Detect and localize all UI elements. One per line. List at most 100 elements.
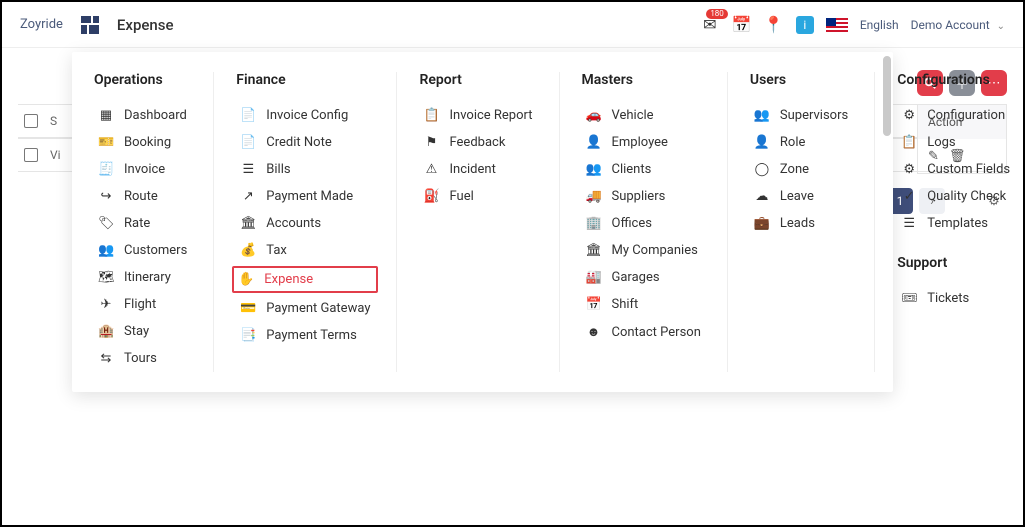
- employee-icon: 👤: [586, 135, 602, 150]
- select-all-checkbox[interactable]: [24, 114, 38, 128]
- dashboard-icon: ▦: [98, 108, 114, 123]
- info-icon[interactable]: i: [796, 16, 814, 34]
- menu-item-label: Flight: [124, 297, 156, 312]
- clients-icon: 👥: [586, 162, 602, 177]
- menu-item-tickets[interactable]: 🎟Tickets: [897, 285, 1014, 312]
- menu-title-configurations: Configurations: [897, 72, 1014, 88]
- menu-item-payment-gateway[interactable]: 💳Payment Gateway: [236, 295, 374, 322]
- page-title: Expense: [117, 16, 174, 34]
- menu-item-quality-check[interactable]: ✓ Quality Check: [897, 183, 1014, 210]
- menu-item-custom-fields[interactable]: ⚙Custom Fields: [897, 156, 1014, 183]
- menu-item-employee[interactable]: 👤Employee: [582, 129, 705, 156]
- menu-scrollbar[interactable]: [883, 56, 891, 136]
- menu-item-route[interactable]: ↪ Route: [94, 183, 191, 210]
- menu-item-offices[interactable]: 🏢Offices: [582, 210, 705, 237]
- configuration-icon: ⚙: [901, 108, 917, 123]
- menu-item-invoice-config[interactable]: 📄 Invoice Config: [236, 102, 374, 129]
- row-checkbox[interactable]: [24, 148, 38, 162]
- menu-item-garages[interactable]: 🏭Garages: [582, 264, 705, 291]
- menu-item-invoice-report[interactable]: 📋Invoice Report: [419, 102, 536, 129]
- calendar-icon[interactable]: 📅: [732, 15, 752, 35]
- menu-item-zone[interactable]: ◯Zone: [750, 156, 852, 183]
- menu-item-payment-terms[interactable]: 📑Payment Terms: [236, 322, 374, 349]
- menu-item-leave[interactable]: ☁Leave: [750, 183, 852, 210]
- top-right-actions: ✉ 180 📅 📍 i English Demo Account ⌄: [700, 15, 1005, 35]
- menu-item-label: Itinerary: [124, 270, 171, 285]
- brand-link[interactable]: Zoyride: [20, 17, 63, 32]
- contact-person-icon: ☻: [586, 324, 602, 340]
- menu-item-supervisors[interactable]: 👥Supervisors: [750, 102, 852, 129]
- tax-icon: 💰: [240, 243, 256, 258]
- menu-item-contact-person[interactable]: ☻Contact Person: [582, 318, 705, 346]
- menu-item-stay[interactable]: 🏨Stay: [94, 318, 191, 345]
- menu-item-rate[interactable]: 🏷Rate: [94, 210, 191, 237]
- apps-grid-icon[interactable]: [81, 16, 99, 34]
- menu-item-fuel[interactable]: ⛽Fuel: [419, 183, 536, 210]
- menu-item-label: Configuration: [927, 108, 1005, 123]
- menu-item-customers[interactable]: 👥 Customers: [94, 237, 191, 264]
- offices-icon: 🏢: [586, 216, 602, 231]
- menu-item-feedback[interactable]: ⚑Feedback: [419, 129, 536, 156]
- menu-item-label: Garages: [612, 270, 660, 285]
- menu-item-shift[interactable]: 📅Shift: [582, 291, 705, 318]
- menu-item-dashboard[interactable]: ▦Dashboard: [94, 102, 191, 129]
- tickets-icon: 🎟: [901, 291, 917, 306]
- menu-col-operations: Operations ▦Dashboard🎫Booking🧾Invoice↪Ro…: [72, 72, 214, 372]
- menu-item-label: Expense: [264, 272, 313, 287]
- menu-item-suppliers[interactable]: 🚚Suppliers: [582, 183, 705, 210]
- inbox-badge: 180: [706, 9, 728, 19]
- menu-item-flight[interactable]: ✈Flight: [94, 291, 191, 318]
- menu-item-my-companies[interactable]: 🏛 My Companies: [582, 237, 705, 264]
- menu-col-config: Configurations ⚙ Configuration 📋Logs⚙Custo…: [875, 72, 1025, 372]
- menu-item-booking[interactable]: 🎫Booking: [94, 129, 191, 156]
- my-companies-icon: 🏛: [586, 243, 602, 258]
- itinerary-icon: 🗺: [98, 270, 114, 285]
- menu-col-finance: Finance 📄Invoice Config📄Credit Note☰Bill…: [214, 72, 397, 372]
- menu-item-label: Supervisors: [780, 108, 848, 123]
- language-selector[interactable]: English: [860, 18, 899, 32]
- menu-item-invoice[interactable]: 🧾Invoice: [94, 156, 191, 183]
- inbox-icon[interactable]: ✉ 180: [700, 15, 720, 35]
- templates-icon: ☰: [901, 216, 917, 231]
- invoice-config-icon: 📄: [240, 108, 256, 123]
- menu-item-label: Invoice Config: [266, 108, 348, 123]
- map-pin-icon[interactable]: 📍: [764, 15, 784, 35]
- menu-item-label: My Companies: [612, 243, 698, 258]
- menu-item-configuration[interactable]: ⚙ Configuration: [897, 102, 1014, 129]
- account-menu[interactable]: Demo Account ⌄: [911, 18, 1005, 32]
- menu-item-leads[interactable]: 💼Leads: [750, 210, 852, 237]
- menu-item-label: Shift: [612, 297, 639, 312]
- menu-item-label: Customers: [124, 243, 187, 258]
- route-icon: ↪: [98, 189, 114, 204]
- menu-item-label: Route: [124, 189, 158, 204]
- suppliers-icon: 🚚: [586, 189, 602, 204]
- menu-item-role[interactable]: 👤 Role: [750, 129, 852, 156]
- flag-icon[interactable]: [826, 18, 848, 32]
- rate-icon: 🏷: [98, 216, 114, 231]
- menu-item-label: Role: [780, 135, 805, 150]
- menu-item-accounts[interactable]: 🏛Accounts: [236, 210, 374, 237]
- menu-item-label: Feedback: [449, 135, 505, 150]
- menu-item-tax[interactable]: 💰Tax: [236, 237, 374, 264]
- menu-title-users: Users: [750, 72, 852, 88]
- top-bar: Zoyride Expense ✉ 180 📅 📍 i English Demo…: [2, 2, 1023, 48]
- menu-item-itinerary[interactable]: 🗺 Itinerary: [94, 264, 191, 291]
- menu-item-logs[interactable]: 📋Logs: [897, 129, 1014, 156]
- menu-item-bills[interactable]: ☰Bills: [236, 156, 374, 183]
- menu-item-label: Zone: [780, 162, 809, 177]
- customers-icon: 👥: [98, 243, 114, 258]
- menu-item-credit-note[interactable]: 📄Credit Note: [236, 129, 374, 156]
- bills-icon: ☰: [240, 162, 256, 177]
- menu-col-masters: Masters 🚗Vehicle👤Employee👥Clients🚚Suppli…: [560, 72, 728, 372]
- menu-item-label: Quality Check: [927, 189, 1006, 204]
- account-label: Demo Account: [911, 18, 990, 32]
- menu-item-tours[interactable]: ⇆Tours: [94, 345, 191, 372]
- menu-item-templates[interactable]: ☰Templates: [897, 210, 1014, 237]
- quality-check-icon: ✓: [901, 189, 917, 204]
- menu-item-expense[interactable]: ✋Expense: [232, 266, 378, 293]
- menu-item-vehicle[interactable]: 🚗Vehicle: [582, 102, 705, 129]
- menu-item-incident[interactable]: ⚠Incident: [419, 156, 536, 183]
- menu-item-payment-made[interactable]: ↗Payment Made: [236, 183, 374, 210]
- menu-item-clients[interactable]: 👥Clients: [582, 156, 705, 183]
- role-icon: 👤: [754, 135, 770, 150]
